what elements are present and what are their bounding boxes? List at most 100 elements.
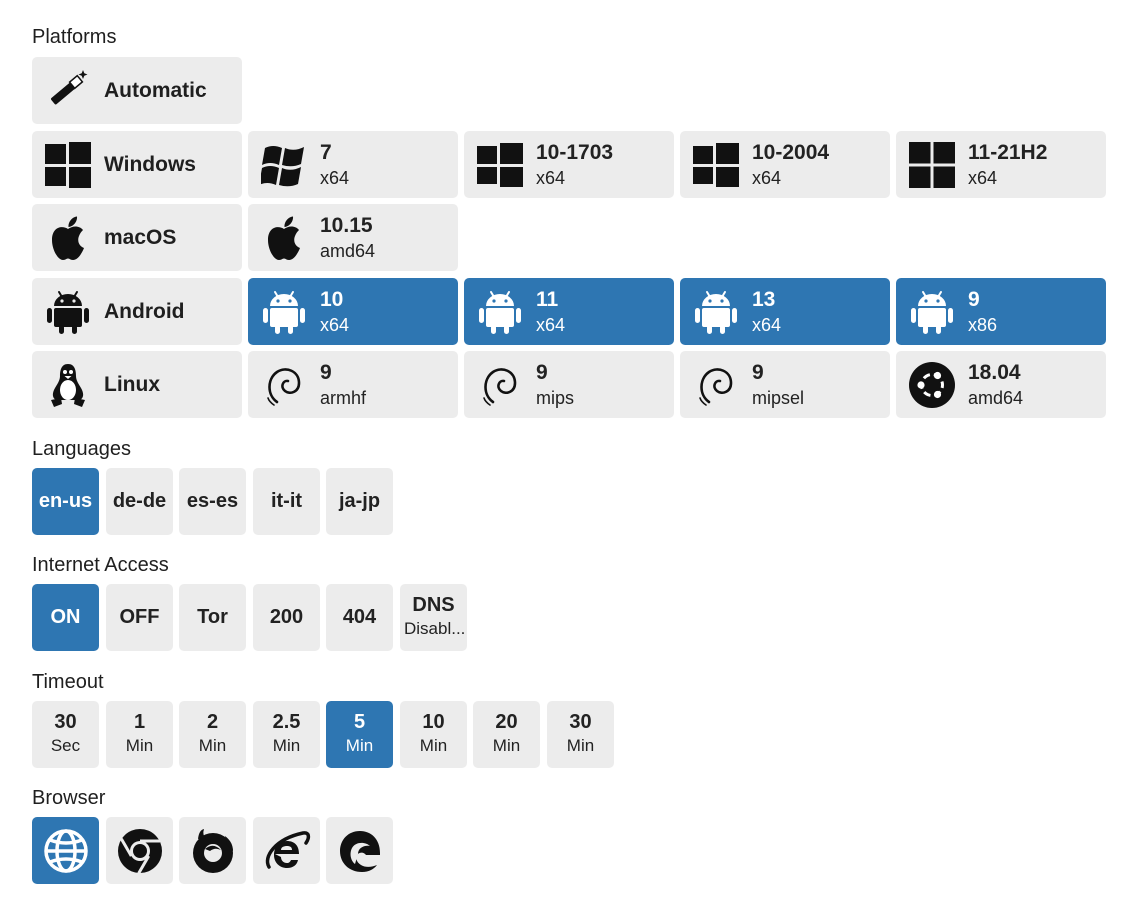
android-icon bbox=[908, 288, 956, 336]
language-label: ja-jp bbox=[338, 490, 381, 512]
internet-option-on[interactable]: ON bbox=[32, 584, 99, 651]
timeout-unit: Min bbox=[125, 736, 154, 755]
apple-icon bbox=[44, 214, 92, 262]
languages-heading: Languages bbox=[32, 438, 131, 460]
version-arch: x64 bbox=[536, 315, 566, 335]
dns-sublabel: Disabl... bbox=[404, 619, 466, 638]
platform-android-label: Android bbox=[104, 300, 185, 323]
internet-option-dns-disabled[interactable]: DNS Disabl... bbox=[400, 584, 467, 651]
timeout-value: 2 bbox=[206, 711, 219, 733]
internet-label: ON bbox=[50, 606, 81, 628]
timeout-value: 2.5 bbox=[272, 711, 301, 733]
platform-windows[interactable]: Windows bbox=[32, 131, 242, 198]
version-number: 10-1703 bbox=[536, 141, 614, 164]
linux-version-18-04[interactable]: 18.04 amd64 bbox=[896, 351, 1106, 418]
timeout-option-5-min[interactable]: 5 Min bbox=[326, 701, 393, 768]
language-label: en-us bbox=[38, 490, 93, 512]
platform-macos-label: macOS bbox=[104, 226, 177, 249]
internet-access-heading: Internet Access bbox=[32, 554, 169, 576]
magic-wand-icon bbox=[44, 67, 92, 115]
android-icon bbox=[260, 288, 308, 336]
linux-version-9-mipsel[interactable]: 9 mipsel bbox=[680, 351, 890, 418]
macos-version-10-15[interactable]: 10.15 amd64 bbox=[248, 204, 458, 271]
dns-label: DNS bbox=[412, 594, 455, 616]
version-arch: mipsel bbox=[752, 388, 805, 408]
timeout-option-2-min[interactable]: 2 Min bbox=[179, 701, 246, 768]
language-label: de-de bbox=[112, 490, 167, 512]
timeout-unit: Min bbox=[419, 736, 448, 755]
windows-icon bbox=[692, 141, 740, 189]
platform-automatic-label: Automatic bbox=[104, 79, 207, 102]
browser-option-internet-explorer[interactable] bbox=[253, 817, 320, 884]
platform-android[interactable]: Android bbox=[32, 278, 242, 345]
internet-label: 200 bbox=[269, 606, 304, 628]
windows-icon bbox=[44, 141, 92, 189]
timeout-unit: Min bbox=[272, 736, 301, 755]
platform-linux-label: Linux bbox=[104, 373, 160, 396]
android-version-9[interactable]: 9 x86 bbox=[896, 278, 1106, 345]
timeout-option-30-min[interactable]: 30 Min bbox=[547, 701, 614, 768]
version-number: 10 bbox=[320, 288, 344, 311]
internet-option-off[interactable]: OFF bbox=[106, 584, 173, 651]
language-label: es-es bbox=[186, 490, 239, 512]
language-option-it-it[interactable]: it-it bbox=[253, 468, 320, 535]
platform-linux[interactable]: Linux bbox=[32, 351, 242, 418]
language-option-de-de[interactable]: de-de bbox=[106, 468, 173, 535]
platform-windows-label: Windows bbox=[104, 153, 196, 176]
browser-option-edge[interactable] bbox=[326, 817, 393, 884]
language-option-en-us[interactable]: en-us bbox=[32, 468, 99, 535]
timeout-value: 5 bbox=[353, 711, 366, 733]
linux-version-9-mips[interactable]: 9 mips bbox=[464, 351, 674, 418]
internet-option-tor[interactable]: Tor bbox=[179, 584, 246, 651]
browser-option-chrome[interactable] bbox=[106, 817, 173, 884]
timeout-unit: Min bbox=[345, 736, 374, 755]
windows-version-10-2004[interactable]: 10-2004 x64 bbox=[680, 131, 890, 198]
globe-icon bbox=[41, 826, 90, 875]
android-icon bbox=[476, 288, 524, 336]
timeout-option-30-sec[interactable]: 30 Sec bbox=[32, 701, 99, 768]
platforms-heading: Platforms bbox=[32, 26, 117, 48]
timeout-option-10-min[interactable]: 10 Min bbox=[400, 701, 467, 768]
version-number: 9 bbox=[536, 361, 548, 384]
version-arch: x64 bbox=[320, 315, 350, 335]
internet-option-200[interactable]: 200 bbox=[253, 584, 320, 651]
browser-heading: Browser bbox=[32, 787, 106, 809]
version-arch: x86 bbox=[968, 315, 998, 335]
debian-icon bbox=[476, 361, 524, 409]
timeout-value: 10 bbox=[422, 711, 445, 733]
version-number: 10-2004 bbox=[752, 141, 830, 164]
timeout-heading: Timeout bbox=[32, 671, 104, 693]
version-number: 11-21H2 bbox=[968, 141, 1048, 164]
version-number: 10.15 bbox=[320, 214, 373, 237]
debian-icon bbox=[692, 361, 740, 409]
windows-11-icon bbox=[908, 141, 956, 189]
platform-automatic[interactable]: Automatic bbox=[32, 57, 242, 124]
version-arch: amd64 bbox=[968, 388, 1024, 408]
timeout-option-20-min[interactable]: 20 Min bbox=[473, 701, 540, 768]
android-version-11[interactable]: 11 x64 bbox=[464, 278, 674, 345]
language-option-ja-jp[interactable]: ja-jp bbox=[326, 468, 393, 535]
timeout-option-2-5-min[interactable]: 2.5 Min bbox=[253, 701, 320, 768]
timeout-value: 30 bbox=[569, 711, 592, 733]
windows-icon bbox=[476, 141, 524, 189]
browser-option-firefox[interactable] bbox=[179, 817, 246, 884]
android-icon bbox=[692, 288, 740, 336]
internet-label: Tor bbox=[197, 606, 228, 628]
android-icon bbox=[44, 288, 92, 336]
timeout-option-1-min[interactable]: 1 Min bbox=[106, 701, 173, 768]
version-number: 9 bbox=[752, 361, 764, 384]
internet-explorer-icon bbox=[262, 826, 311, 875]
windows-version-7[interactable]: 7 x64 bbox=[248, 131, 458, 198]
windows-version-11-21h2[interactable]: 11-21H2 x64 bbox=[896, 131, 1106, 198]
android-version-13[interactable]: 13 x64 bbox=[680, 278, 890, 345]
language-option-es-es[interactable]: es-es bbox=[179, 468, 246, 535]
internet-option-404[interactable]: 404 bbox=[326, 584, 393, 651]
platform-macos[interactable]: macOS bbox=[32, 204, 242, 271]
android-version-10[interactable]: 10 x64 bbox=[248, 278, 458, 345]
chrome-icon bbox=[115, 826, 164, 875]
timeout-value: 30 bbox=[54, 711, 77, 733]
browser-option-default[interactable] bbox=[32, 817, 99, 884]
windows-version-10-1703[interactable]: 10-1703 x64 bbox=[464, 131, 674, 198]
timeout-unit: Min bbox=[198, 736, 227, 755]
linux-version-9-armhf[interactable]: 9 armhf bbox=[248, 351, 458, 418]
